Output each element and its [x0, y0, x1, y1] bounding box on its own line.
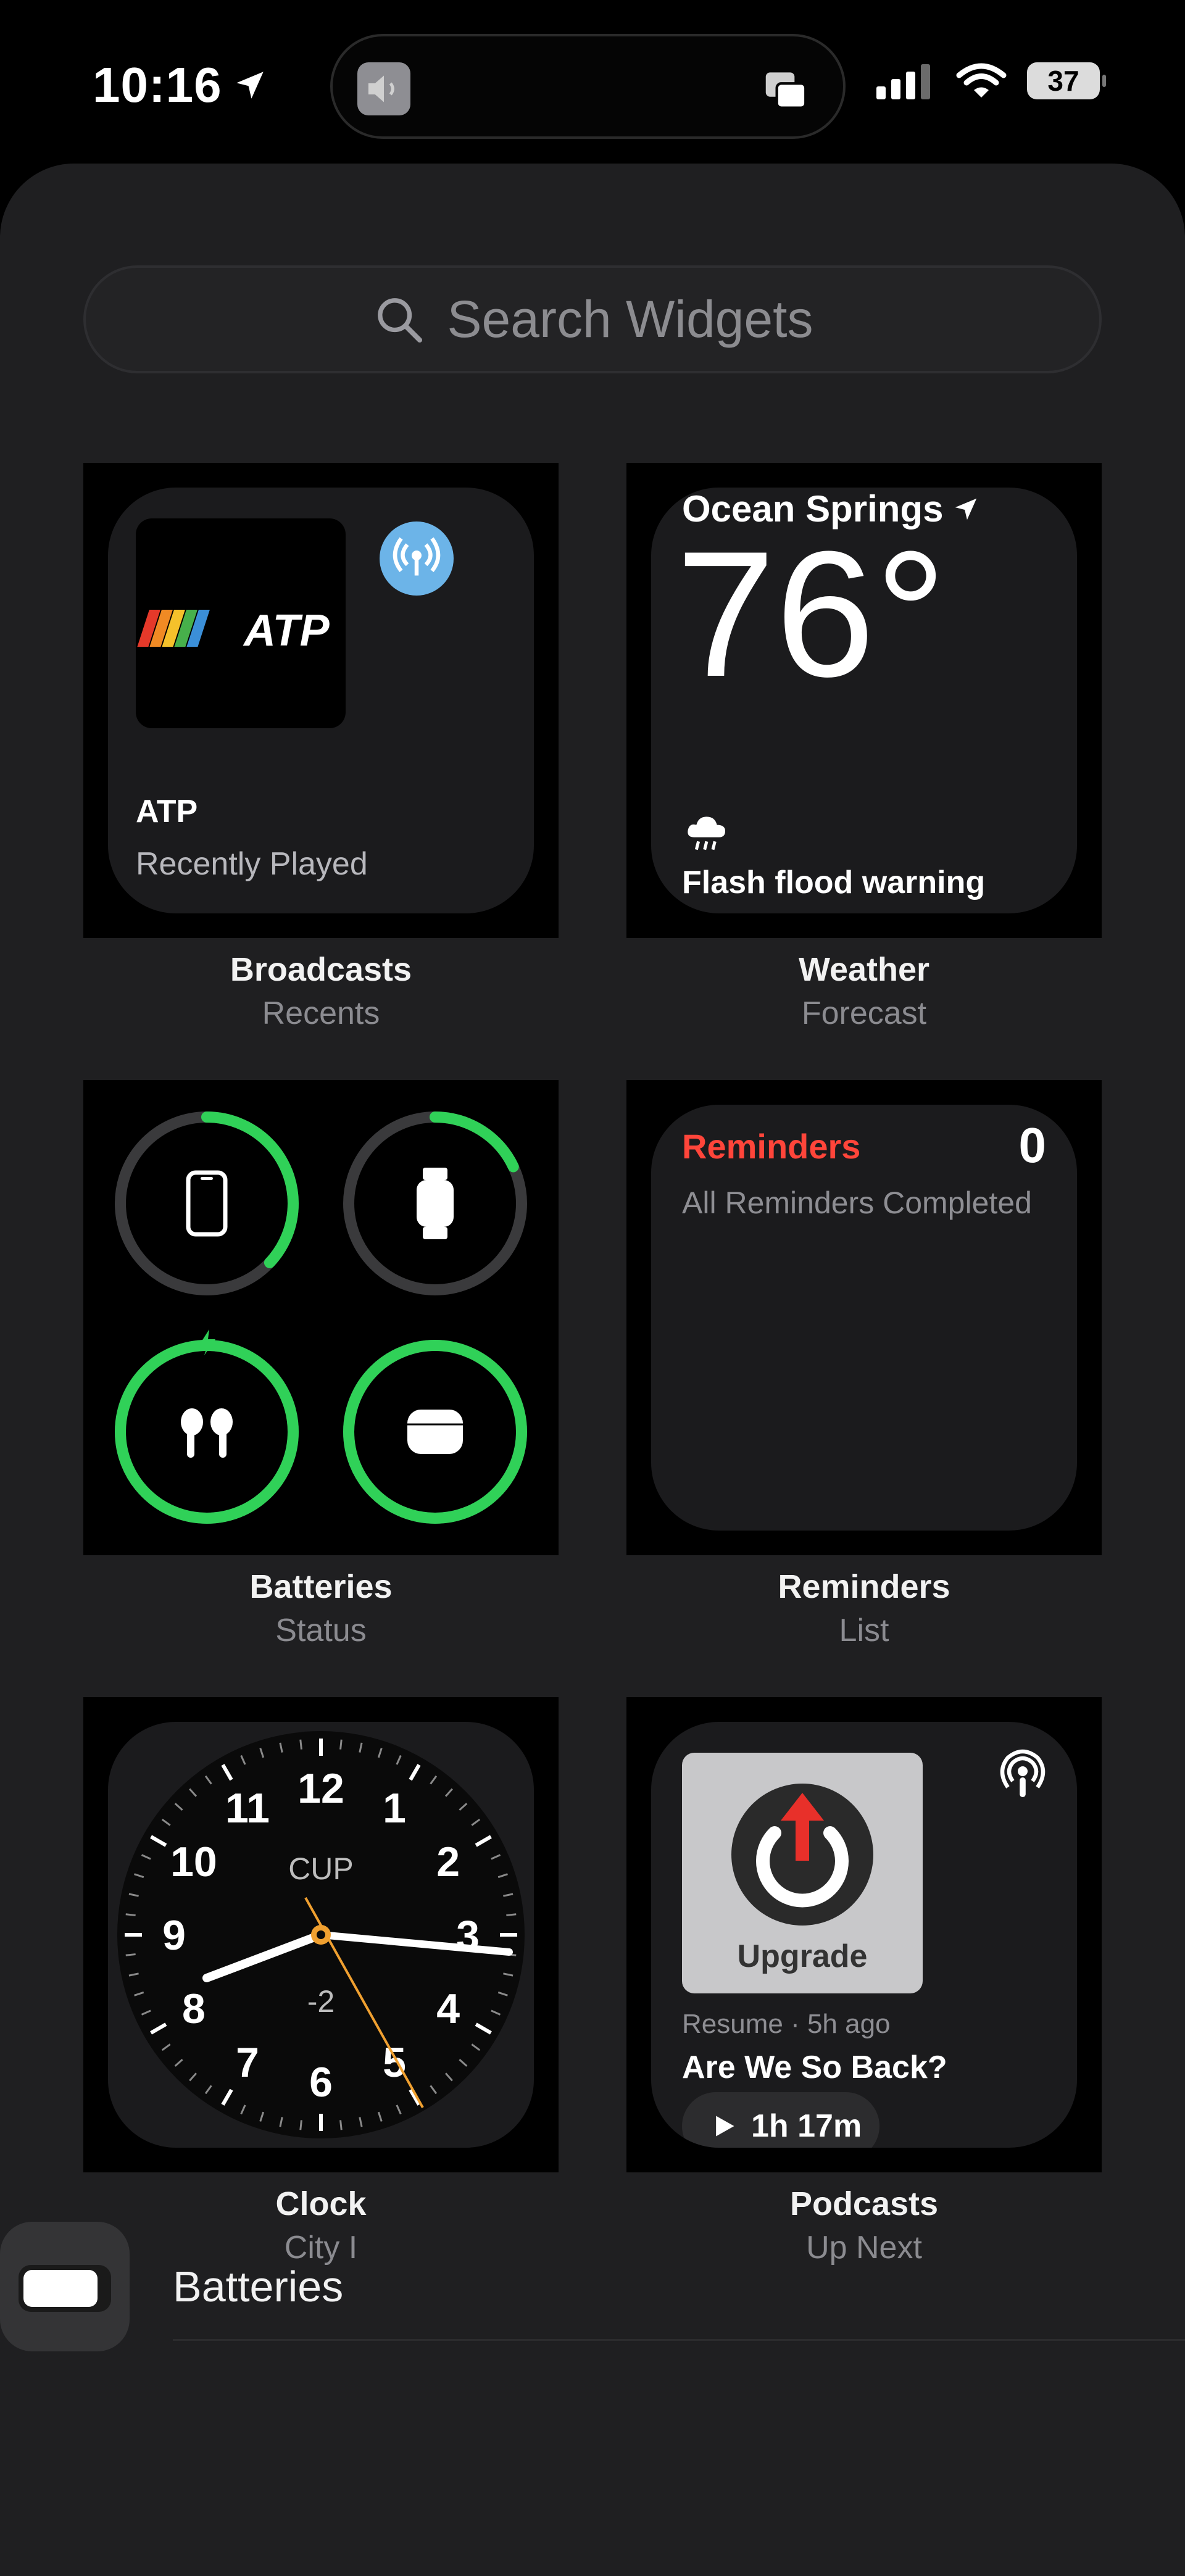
clock-tick: [299, 2120, 302, 2130]
battery-ring-airpods-case: [343, 1340, 527, 1524]
iphone-icon: [186, 1170, 228, 1237]
batteries-widget-tile[interactable]: [83, 1080, 559, 1555]
status-time: 10:16: [93, 57, 222, 112]
battery-icon: [19, 2265, 111, 2312]
location-arrow-icon: [955, 498, 977, 520]
podcasts-widget: Upgrade Resume · 5h ago Are We So Back? …: [651, 1722, 1077, 2148]
rain-cloud-icon: [688, 816, 725, 850]
clock-numeral: 11: [225, 1785, 270, 1832]
clock-tick: [125, 1953, 136, 1956]
battery-ring-watch: [343, 1111, 527, 1295]
battery-icon: 37: [1027, 62, 1106, 99]
status-bar: 10:16 37: [0, 0, 1185, 160]
airplay-icon: [380, 521, 454, 596]
upgrade-artwork: Upgrade: [682, 1753, 923, 1993]
weather-temperature: 76°: [676, 514, 947, 714]
search-placeholder: Search Widgets: [447, 290, 813, 348]
clock-numeral: 2: [436, 1839, 460, 1885]
broadcasts-caption-sub: Recents: [262, 995, 380, 1031]
weather-caption-sub: Forecast: [801, 995, 927, 1031]
airpods-icon: [181, 1408, 233, 1458]
podcast-play-button[interactable]: 1h 17m: [682, 2092, 879, 2148]
weather-caption-title: Weather: [798, 951, 930, 988]
clock-widget-tile[interactable]: 12 1 2 3 4 5 6 7 8 9 10 11 CUP -2: [83, 1697, 559, 2172]
clock-numeral: 8: [182, 1985, 206, 2032]
broadcasts-title: ATP: [136, 794, 198, 829]
batteries-caption: Batteries Status: [83, 1568, 559, 1649]
reminders-count: 0: [1018, 1118, 1047, 1173]
clock-offset: -2: [307, 1984, 335, 2019]
reminders-widget: Reminders 0 All Reminders Completed: [651, 1105, 1077, 1531]
podcasts-widget-tile[interactable]: Upgrade Resume · 5h ago Are We So Back? …: [626, 1697, 1102, 2172]
dynamic-island[interactable]: [330, 34, 846, 139]
play-icon: [716, 2116, 734, 2137]
clock-numeral: 1: [383, 1785, 406, 1832]
battery-ring-iphone: [115, 1111, 299, 1295]
battery-percentage: 37: [1047, 65, 1079, 97]
screen-cast-icon: [765, 72, 807, 109]
search-icon: [377, 297, 422, 343]
clock-numeral: 12: [297, 1765, 344, 1812]
reminders-caption-title: Reminders: [778, 1568, 950, 1605]
battery-rings: [115, 1111, 527, 1524]
batteries-caption-title: Batteries: [249, 1568, 393, 1605]
clock-tick: [339, 1739, 343, 1750]
reminders-widget-tile[interactable]: Reminders 0 All Reminders Completed: [626, 1080, 1102, 1555]
clock-tick: [299, 1739, 302, 1750]
clock-widget: 12 1 2 3 4 5 6 7 8 9 10 11 CUP -2: [108, 1722, 534, 2148]
batteries-caption-sub: Status: [275, 1613, 367, 1648]
batteries-app-row[interactable]: Batteries: [0, 2203, 1185, 2351]
clock-city-code: CUP: [288, 1851, 354, 1886]
status-right: 37: [876, 62, 1106, 100]
reminders-caption: Reminders List: [626, 1568, 1102, 1649]
atp-artwork: ATP: [136, 518, 346, 728]
broadcasts-widget: ATP ATP Recently Played: [108, 488, 534, 913]
charging-bolt-icon: [201, 1329, 215, 1355]
analog-clock-face: 12 1234567891011CUP-2: [117, 1731, 525, 2138]
batteries-widget: [108, 1105, 534, 1531]
broadcasts-caption: Broadcasts Recents: [83, 950, 559, 1032]
divider: [173, 2339, 1185, 2341]
clock-tick: [506, 1913, 517, 1916]
podcast-show-title: Upgrade: [737, 1938, 868, 1974]
search-input[interactable]: Search Widgets: [83, 265, 1102, 373]
clock-numeral: 4: [436, 1985, 460, 2032]
weather-widget: Ocean Springs 76° Flash flood warning: [651, 488, 1077, 913]
atp-artwork-text: ATP: [243, 606, 330, 655]
clock-numeral: 7: [236, 2039, 259, 2086]
batteries-app-label: Batteries: [173, 2262, 344, 2311]
location-arrow-icon: [236, 72, 264, 99]
clock-numeral: 10: [170, 1839, 217, 1885]
clock-tick: [339, 2120, 343, 2130]
broadcasts-widget-tile[interactable]: ATP ATP Recently Played: [83, 463, 559, 938]
podcast-duration: 1h 17m: [751, 2108, 862, 2144]
clock-tick: [125, 1913, 136, 1916]
batteries-app-icon: [0, 2222, 130, 2351]
weather-condition: Flash flood warning: [682, 865, 986, 900]
battery-ring-airpods: [115, 1329, 299, 1524]
watch-icon: [417, 1168, 454, 1239]
clock-numeral: 9: [162, 1912, 186, 1959]
weather-caption: Weather Forecast: [626, 950, 1102, 1032]
time-group: 10:16: [93, 57, 268, 114]
wifi-icon: [956, 63, 1007, 98]
airpods-case-icon: [407, 1410, 463, 1454]
broadcasts-caption-title: Broadcasts: [230, 951, 412, 988]
volume-icon: [357, 62, 410, 115]
podcast-episode-title: Are We So Back?: [682, 2050, 947, 2085]
clock-numeral: 6: [309, 2059, 333, 2106]
reminders-status: All Reminders Completed: [682, 1186, 1032, 1220]
cellular-signal-icon: [876, 64, 930, 99]
podcast-meta: Resume · 5h ago: [682, 2009, 891, 2039]
broadcasts-subtitle: Recently Played: [136, 846, 368, 882]
weather-widget-tile[interactable]: Ocean Springs 76° Flash flood warning: [626, 463, 1102, 938]
reminders-title: Reminders: [682, 1127, 861, 1166]
podcasts-icon: [1000, 1749, 1046, 1797]
clock-numeral: 5: [383, 2039, 406, 2086]
reminders-caption-sub: List: [839, 1613, 889, 1648]
